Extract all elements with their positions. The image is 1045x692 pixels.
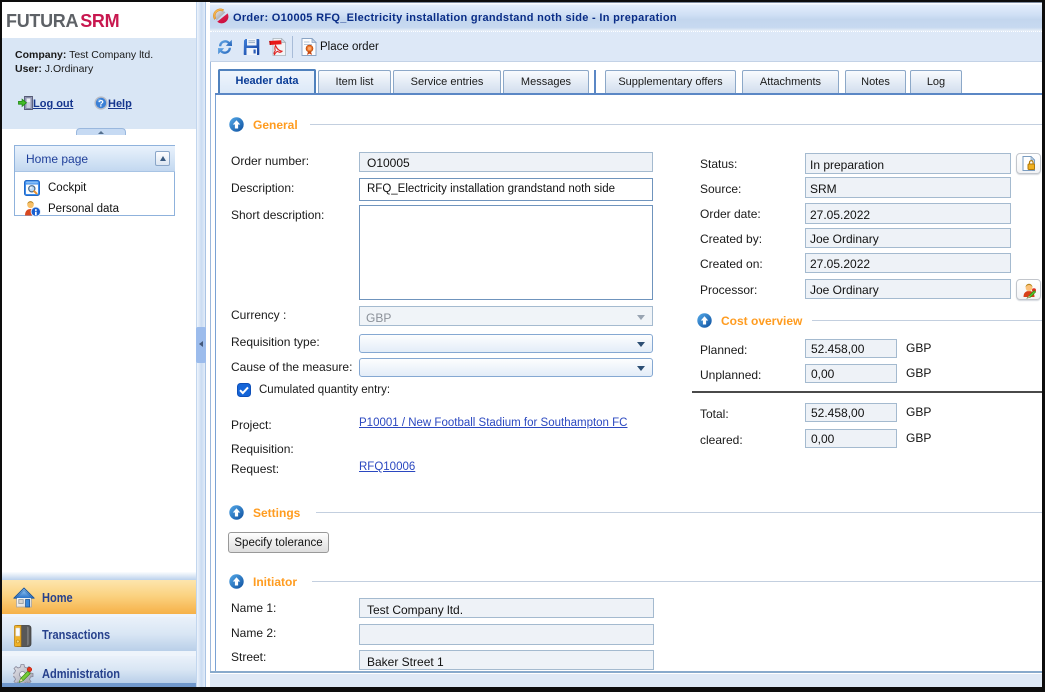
svg-text:?: ? [98, 99, 104, 110]
